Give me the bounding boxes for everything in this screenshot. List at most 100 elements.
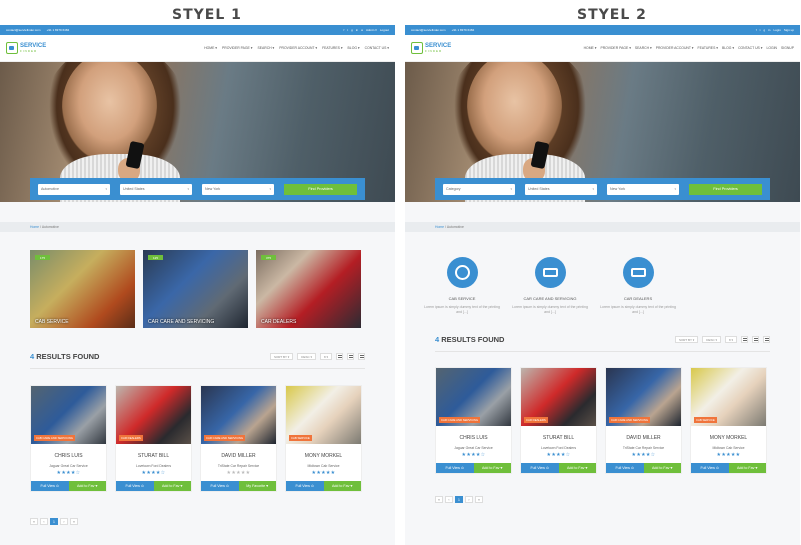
page-1-button[interactable]: 1 xyxy=(50,518,58,525)
google-icon[interactable]: g xyxy=(763,28,765,32)
menu-provider-account[interactable]: PROVIDER ACCOUNT ▾ xyxy=(656,46,694,50)
add-to-fav-button[interactable]: Add to Fav ♥ xyxy=(68,481,106,491)
prev-page-button[interactable]: ‹ xyxy=(40,518,48,525)
provider-image[interactable]: CAB SERVICE xyxy=(691,368,766,426)
sort-by-select[interactable]: SORT BY ▾ xyxy=(269,353,294,360)
full-view-button[interactable]: Full View ⊙ xyxy=(201,481,239,491)
provider-image[interactable]: CAR DEALERS xyxy=(521,368,596,426)
compact-view-icon[interactable] xyxy=(358,353,365,360)
compact-view-icon[interactable] xyxy=(763,336,770,343)
full-view-button[interactable]: Full View ⊙ xyxy=(436,463,474,473)
provider-name[interactable]: DAVID MILLER xyxy=(201,453,276,459)
menu-provider-account[interactable]: PROVIDER ACCOUNT ▾ xyxy=(279,46,317,50)
logo[interactable]: SERVICE FINDER xyxy=(6,42,46,54)
menu-contact[interactable]: CONTACT US ▾ xyxy=(365,46,389,50)
menu-login[interactable]: LOGIN xyxy=(766,46,777,50)
full-view-button[interactable]: Full View ⊙ xyxy=(31,481,69,491)
provider-image[interactable]: CAR CARE AND SERVICING xyxy=(201,386,276,444)
menu-contact[interactable]: CONTACT US ▾ xyxy=(738,46,762,50)
menu-home[interactable]: HOME ▾ xyxy=(584,46,597,50)
email-text[interactable]: contact@serviefinder.com xyxy=(6,28,41,32)
provider-name[interactable]: CHRIS LUIS xyxy=(436,435,511,441)
breadcrumb-home[interactable]: Home xyxy=(435,225,444,229)
full-view-button[interactable]: Full View ⊙ xyxy=(116,481,154,491)
first-page-button[interactable]: « xyxy=(435,496,443,503)
linkedin-icon[interactable]: in xyxy=(356,28,358,32)
add-to-fav-button[interactable]: Add to Fav ♥ xyxy=(323,481,361,491)
my-favorite-button[interactable]: My Favorite ♥ xyxy=(238,481,276,491)
full-view-button[interactable]: Full View ⊙ xyxy=(691,463,729,473)
login-link[interactable]: Login xyxy=(773,28,780,32)
google-icon[interactable]: g xyxy=(351,28,353,32)
city-select[interactable]: New York ▾ xyxy=(607,183,679,195)
admin-link[interactable]: Admin ▾ xyxy=(366,28,377,32)
provider-image[interactable]: CAR CARE AND SERVICING xyxy=(436,368,511,426)
menu-provider-page[interactable]: PROVIDER PAGE ▾ xyxy=(600,46,630,50)
provider-image[interactable]: CAR DEALERS xyxy=(116,386,191,444)
linkedin-icon[interactable]: in xyxy=(768,28,770,32)
grid-view-icon[interactable] xyxy=(336,353,343,360)
page-1-button[interactable]: 1 xyxy=(455,496,463,503)
twitter-icon[interactable]: t xyxy=(760,28,761,32)
category-tile-car-care[interactable]: 125 CAR CARE AND SERVICING xyxy=(143,250,248,328)
city-select[interactable]: New York ▾ xyxy=(202,183,274,195)
order-select[interactable]: DESC ▾ xyxy=(297,353,316,360)
full-view-button[interactable]: Full View ⊙ xyxy=(286,481,324,491)
breadcrumb-home[interactable]: Home xyxy=(30,225,39,229)
provider-name[interactable]: STURAT BILL xyxy=(116,453,191,459)
find-providers-button[interactable]: Find Providers xyxy=(284,183,357,195)
facebook-icon[interactable]: f xyxy=(756,28,757,32)
full-view-button[interactable]: Full View ⊙ xyxy=(521,463,559,473)
menu-features[interactable]: FEATURES ▾ xyxy=(698,46,718,50)
service-car-care[interactable]: CAR CARE AND SERVICING Lorem ipsum is si… xyxy=(512,257,588,315)
provider-image[interactable]: CAB CARE AND SERVICING xyxy=(31,386,106,444)
first-page-button[interactable]: « xyxy=(30,518,38,525)
service-dealers[interactable]: CAR DEALERS Lorem ipsum is simply dummy … xyxy=(600,257,676,315)
full-view-button[interactable]: Full View ⊙ xyxy=(606,463,644,473)
facebook-icon[interactable]: f xyxy=(343,28,344,32)
menu-features[interactable]: FEATURES ▾ xyxy=(322,46,342,50)
logout-link[interactable]: Logout xyxy=(380,28,389,32)
add-to-fav-button[interactable]: Add to Fav ♥ xyxy=(643,463,681,473)
prev-page-button[interactable]: ‹ xyxy=(445,496,453,503)
menu-blog[interactable]: BLOG ▾ xyxy=(722,46,734,50)
provider-name[interactable]: MONY MORKEL xyxy=(691,435,766,441)
menu-home[interactable]: HOME ▾ xyxy=(204,46,217,50)
twitter-icon[interactable]: t xyxy=(347,28,348,32)
menu-signup[interactable]: SIGNUP xyxy=(781,46,794,50)
list-view-icon[interactable] xyxy=(752,336,759,343)
per-page-select[interactable]: 8 ▾ xyxy=(319,353,332,360)
find-providers-button[interactable]: Find Providers xyxy=(689,183,762,195)
signup-link[interactable]: Sign up xyxy=(784,28,794,32)
order-select[interactable]: DESC ▾ xyxy=(702,336,721,343)
last-page-button[interactable]: » xyxy=(475,496,483,503)
provider-name[interactable]: STURAT BILL xyxy=(521,435,596,441)
menu-blog[interactable]: BLOG ▾ xyxy=(348,46,360,50)
provider-name[interactable]: MONY MORKEL xyxy=(286,453,361,459)
provider-name[interactable]: DAVID MILLER xyxy=(606,435,681,441)
menu-search[interactable]: SEARCH ▾ xyxy=(257,46,274,50)
service-cab[interactable]: CAB SERVICE Lorem ipsum is simply dummy … xyxy=(424,257,500,315)
list-view-icon[interactable] xyxy=(347,353,354,360)
country-select[interactable]: United States ▾ xyxy=(525,183,597,195)
country-select[interactable]: United States ▾ xyxy=(120,183,192,195)
add-to-fav-button[interactable]: Add to Fav ♥ xyxy=(558,463,596,473)
next-page-button[interactable]: › xyxy=(465,496,473,503)
add-to-fav-button[interactable]: Add to Fav ♥ xyxy=(728,463,766,473)
per-page-select[interactable]: 8 ▾ xyxy=(724,336,737,343)
provider-name[interactable]: CHRIS LUIS xyxy=(31,453,106,459)
category-tile-car-dealers[interactable]: 375 CAR DEALERS xyxy=(256,250,361,328)
menu-search[interactable]: SEARCH ▾ xyxy=(635,46,652,50)
last-page-button[interactable]: » xyxy=(70,518,78,525)
sort-by-select[interactable]: SORT BY ▾ xyxy=(674,336,699,343)
grid-view-icon[interactable] xyxy=(741,336,748,343)
provider-image[interactable]: CAR CARE AND SERVICING xyxy=(606,368,681,426)
category-tile-cab-service[interactable]: 175 CAB SERVICE xyxy=(30,250,135,328)
next-page-button[interactable]: › xyxy=(60,518,68,525)
category-select[interactable]: Category ▾ xyxy=(443,183,515,195)
category-select[interactable]: Automotive ▾ xyxy=(38,183,110,195)
provider-image[interactable]: CAB SERVICE xyxy=(286,386,361,444)
add-to-fav-button[interactable]: Add to Fav ♥ xyxy=(473,463,511,473)
email-text[interactable]: contact@serviefinder.com xyxy=(411,28,446,32)
logo[interactable]: SERVICE FINDER xyxy=(411,42,451,54)
